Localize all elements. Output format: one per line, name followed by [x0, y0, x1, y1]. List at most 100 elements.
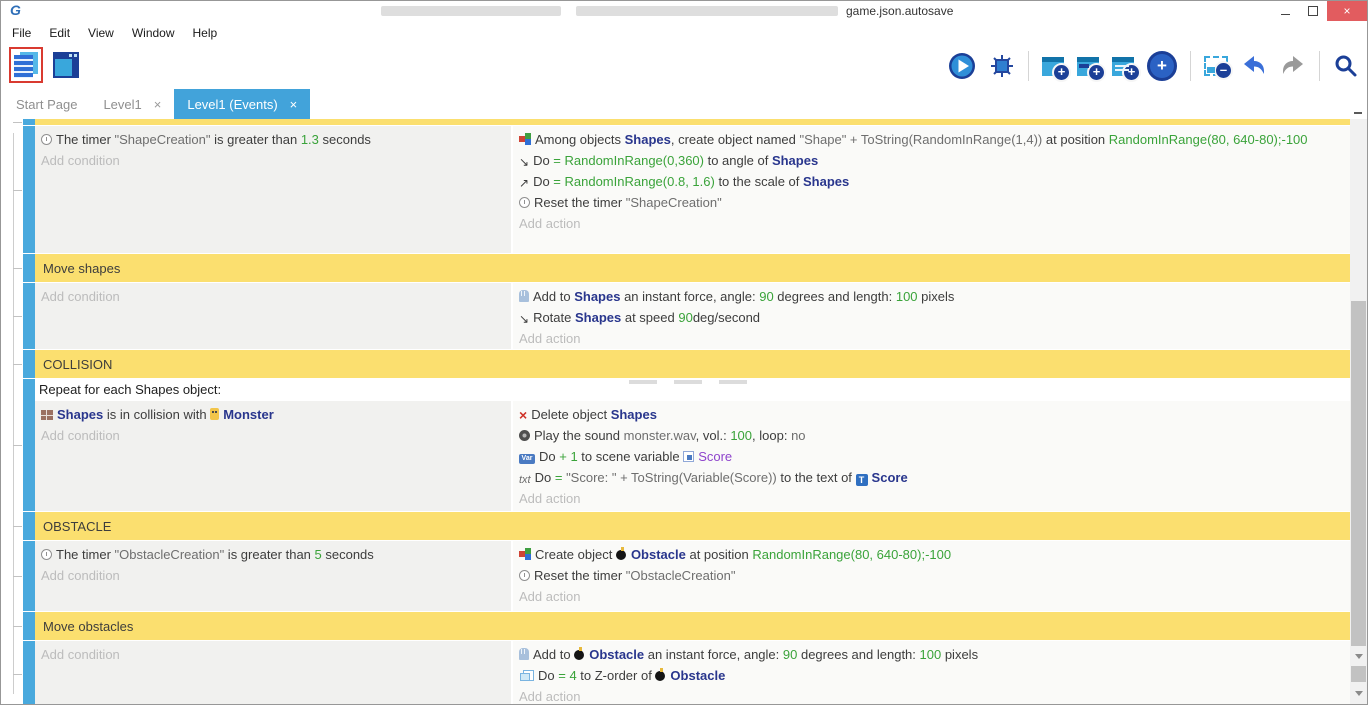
- condition-line[interactable]: The timer "ObstacleCreation" is greater …: [41, 544, 503, 565]
- condition-line[interactable]: Shapes is in collision with Monster: [41, 404, 503, 425]
- repeat-header-text: Repeat for each Shapes object:: [39, 382, 221, 397]
- add-sub-event-button[interactable]: +: [1077, 57, 1099, 76]
- redo-button[interactable]: [1280, 53, 1306, 79]
- text-segment: deg/second: [693, 310, 760, 325]
- delete-event-button[interactable]: –: [1204, 56, 1228, 76]
- tab-level1[interactable]: Level1×: [90, 89, 174, 119]
- text-segment: "Shape" + ToString(RandomInRange(1,4)): [800, 132, 1043, 147]
- tab-label: Start Page: [16, 97, 77, 112]
- conditions-column[interactable]: The timer "ShapeCreation" is greater tha…: [35, 126, 511, 253]
- add-action-link[interactable]: Add action: [519, 686, 1342, 704]
- event-drag-bar[interactable]: [23, 283, 35, 349]
- event-drag-bar[interactable]: [23, 541, 35, 611]
- add-action-link[interactable]: Add action: [519, 328, 1342, 349]
- add-event-button[interactable]: +: [1042, 57, 1064, 76]
- add-comment-button[interactable]: +: [1112, 57, 1134, 76]
- add-action-link[interactable]: Add action: [519, 586, 1342, 607]
- menu-help[interactable]: Help: [184, 26, 227, 40]
- conditions-column[interactable]: Add condition: [35, 641, 511, 704]
- obstacle-icon: [574, 647, 585, 660]
- action-line[interactable]: Play the sound monster.wav, vol.: 100, l…: [519, 425, 1342, 446]
- action-line[interactable]: txtDo = "Score: " + ToString(Variable(Sc…: [519, 467, 1342, 488]
- tab-start-page[interactable]: Start Page: [3, 89, 90, 119]
- undo-button[interactable]: [1241, 53, 1267, 79]
- menu-file[interactable]: File: [3, 26, 40, 40]
- actions-column[interactable]: Create object Obstacle at position Rando…: [511, 541, 1350, 611]
- text-segment: seconds: [319, 132, 371, 147]
- sound-icon: [519, 430, 530, 441]
- action-line[interactable]: Reset the timer "ObstacleCreation": [519, 565, 1342, 586]
- conditions-column[interactable]: The timer "ObstacleCreation" is greater …: [35, 541, 511, 611]
- add-other-event-button[interactable]: +: [1147, 51, 1177, 81]
- actions-column[interactable]: ×Delete object ShapesPlay the sound mons…: [511, 401, 1350, 511]
- add-action-link[interactable]: Add action: [519, 488, 1342, 509]
- text-segment: , loop:: [752, 428, 791, 443]
- event-drag-bar[interactable]: [23, 119, 35, 125]
- minimize-button[interactable]: [1271, 1, 1299, 21]
- action-line[interactable]: Create object Obstacle at position Rando…: [519, 544, 1342, 565]
- event-drag-bar[interactable]: [23, 126, 35, 253]
- add-condition-link[interactable]: Add condition: [41, 644, 503, 665]
- debug-button[interactable]: [989, 53, 1015, 79]
- scroll-down-button[interactable]: [1351, 649, 1366, 663]
- preview-play-button[interactable]: [948, 52, 976, 80]
- add-action-link[interactable]: Add action: [519, 213, 1342, 234]
- menu-window[interactable]: Window: [123, 26, 184, 40]
- close-button[interactable]: ×: [1327, 1, 1367, 21]
- action-line[interactable]: Among objects Shapes, create object name…: [519, 129, 1342, 150]
- actions-column[interactable]: Add to Obstacle an instant force, angle:…: [511, 641, 1350, 704]
- action-line[interactable]: Add to Shapes an instant force, angle: 9…: [519, 286, 1342, 307]
- menu-view[interactable]: View: [79, 26, 123, 40]
- maximize-button[interactable]: [1299, 1, 1327, 21]
- close-tab-icon[interactable]: ×: [154, 97, 162, 112]
- condition-line[interactable]: The timer "ShapeCreation" is greater tha…: [41, 129, 503, 150]
- text-segment: "ShapeCreation": [115, 132, 211, 147]
- action-line[interactable]: VarDo + 1 to scene variable Score: [519, 446, 1342, 467]
- events-rows: The timer "ShapeCreation" is greater tha…: [1, 119, 1350, 704]
- text-segment: Rotate: [533, 310, 575, 325]
- actions-column[interactable]: Add to Shapes an instant force, angle: 9…: [511, 283, 1350, 349]
- text-segment: to the scale of: [715, 174, 803, 189]
- action-line[interactable]: ↘Rotate Shapes at speed 90deg/second: [519, 307, 1342, 328]
- text-segment: Do: [533, 174, 553, 189]
- text-segment: Shapes: [803, 174, 849, 189]
- search-button[interactable]: [1333, 53, 1359, 79]
- conditions-column[interactable]: Add condition: [35, 283, 511, 349]
- text-segment: to scene variable: [578, 449, 684, 464]
- action-line[interactable]: Do = 4 to Z-order of Obstacle: [519, 665, 1342, 686]
- project-manager-icon[interactable]: [14, 52, 38, 78]
- group-label: COLLISION: [43, 357, 112, 372]
- scrollbar-thumb-secondary[interactable]: [1351, 666, 1366, 682]
- force-icon: [519, 648, 529, 660]
- toolbar: + + + + –: [1, 45, 1367, 89]
- scrollbar-thumb[interactable]: [1351, 301, 1366, 646]
- scroll-down-button[interactable]: [1351, 686, 1366, 700]
- close-tab-icon[interactable]: ×: [290, 97, 298, 112]
- add-condition-link[interactable]: Add condition: [41, 286, 503, 307]
- event-drag-bar[interactable]: [23, 254, 35, 282]
- text-segment: an instant force, angle:: [644, 647, 783, 662]
- add-condition-link[interactable]: Add condition: [41, 425, 503, 446]
- event-drag-bar[interactable]: [23, 379, 35, 511]
- action-line[interactable]: ×Delete object Shapes: [519, 404, 1342, 425]
- event-drag-bar[interactable]: [23, 512, 35, 540]
- action-line[interactable]: Reset the timer "ShapeCreation": [519, 192, 1342, 213]
- action-line[interactable]: ↗Do = RandomInRange(0.8, 1.6) to the sca…: [519, 171, 1342, 192]
- redacted-title-area: [381, 6, 561, 16]
- add-condition-link[interactable]: Add condition: [41, 150, 503, 171]
- menu-edit[interactable]: Edit: [40, 26, 79, 40]
- scene-editor-icon[interactable]: [53, 52, 79, 78]
- event-drag-bar[interactable]: [23, 641, 35, 704]
- tab-level1-events[interactable]: Level1 (Events)×: [174, 89, 310, 119]
- window-title: game.json.autosave: [846, 4, 953, 18]
- repeat-header[interactable]: Repeat for each Shapes object:: [35, 379, 1350, 401]
- conditions-column[interactable]: Shapes is in collision with MonsterAdd c…: [35, 401, 511, 511]
- actions-column[interactable]: Among objects Shapes, create object name…: [511, 126, 1350, 253]
- zorder-icon: [523, 670, 534, 681]
- vertical-scrollbar[interactable]: [1350, 119, 1367, 704]
- action-line[interactable]: Add to Obstacle an instant force, angle:…: [519, 644, 1342, 665]
- action-line[interactable]: ↘Do = RandomInRange(0,360) to angle of S…: [519, 150, 1342, 171]
- event-drag-bar[interactable]: [23, 350, 35, 378]
- add-condition-link[interactable]: Add condition: [41, 565, 503, 586]
- event-drag-bar[interactable]: [23, 612, 35, 640]
